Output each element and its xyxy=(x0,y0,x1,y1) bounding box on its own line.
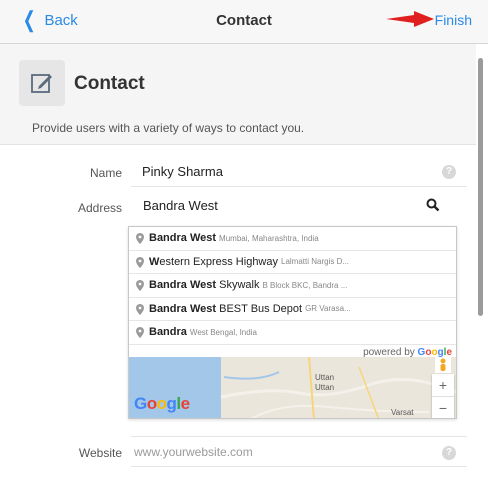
suggestion-secondary: GR Varasa... xyxy=(305,304,351,314)
chevron-left-icon: ❮ xyxy=(22,7,36,32)
suggestion-secondary: B Block BKC, Bandra ... xyxy=(262,280,348,290)
section-description: Provide users with a variety of ways to … xyxy=(32,121,305,135)
section-title: Contact xyxy=(74,73,145,94)
navigation-bar: ❮ Back Contact Finish xyxy=(0,0,488,44)
zoom-control: + − xyxy=(432,374,454,418)
finish-button[interactable]: Finish xyxy=(435,12,472,28)
address-autocomplete: Bandra West Mumbai, Maharashtra, India Wes… xyxy=(128,226,457,419)
autocomplete-suggestion[interactable]: Bandra West Mumbai, Maharashtra, India xyxy=(129,227,456,251)
back-label: Back xyxy=(44,11,78,29)
pegman-icon[interactable] xyxy=(435,357,451,373)
back-button[interactable]: ❮ Back xyxy=(20,7,78,32)
address-label: Address xyxy=(77,201,122,215)
google-map-logo: Google xyxy=(134,394,190,413)
red-arrow-icon xyxy=(386,11,434,27)
zoom-in-button[interactable]: + xyxy=(432,374,454,397)
name-field[interactable]: Pinky Sharma ? xyxy=(131,156,467,187)
name-value: Pinky Sharma xyxy=(142,164,223,179)
suggestion-main: Western Express Highway xyxy=(149,255,278,268)
suggestion-secondary: West Bengal, India xyxy=(189,327,257,337)
suggestion-main: Bandra West BEST Bus Depot xyxy=(149,302,303,315)
search-icon[interactable] xyxy=(426,198,440,212)
suggestion-main: Bandra West xyxy=(149,232,217,245)
autocomplete-suggestion[interactable]: Western Express Highway Lalmatti Nargis D… xyxy=(129,251,456,274)
edit-icon xyxy=(19,60,65,106)
website-placeholder: www.yourwebsite.com xyxy=(134,445,253,459)
map-pin-icon xyxy=(136,256,144,268)
map-preview[interactable]: Uttan Uttan Varsat Google + − xyxy=(129,357,456,418)
suggestion-secondary: Mumbai, Maharashtra, India xyxy=(219,233,319,243)
scrollbar[interactable] xyxy=(478,58,483,316)
name-label: Name xyxy=(89,166,122,180)
map-pin-icon xyxy=(136,233,144,244)
autocomplete-suggestion[interactable]: Bandra West Skywalk B Block BKC, Bandra .… xyxy=(129,274,456,298)
map-pin-icon xyxy=(136,303,144,315)
autocomplete-suggestion[interactable]: Bandra West BEST Bus Depot GR Varasa... xyxy=(129,298,456,321)
website-field[interactable]: www.yourwebsite.com ? xyxy=(131,436,467,467)
address-field[interactable]: Bandra West xyxy=(131,190,467,221)
suggestion-main: Bandra West Skywalk xyxy=(149,279,260,292)
website-label: Website xyxy=(78,446,122,460)
help-icon[interactable]: ? xyxy=(442,446,456,460)
help-icon[interactable]: ? xyxy=(442,165,456,179)
map-pin-icon xyxy=(136,327,144,338)
zoom-out-button[interactable]: − xyxy=(432,397,454,418)
address-value: Bandra West xyxy=(143,198,218,213)
suggestion-main: Bandra xyxy=(149,326,187,339)
map-pin-icon xyxy=(136,280,144,291)
section-header: Contact Provide users with a variety of … xyxy=(0,44,476,145)
suggestion-secondary: Lalmatti Nargis D... xyxy=(281,257,350,267)
autocomplete-suggestion[interactable]: Bandra West Bengal, India xyxy=(129,321,456,345)
